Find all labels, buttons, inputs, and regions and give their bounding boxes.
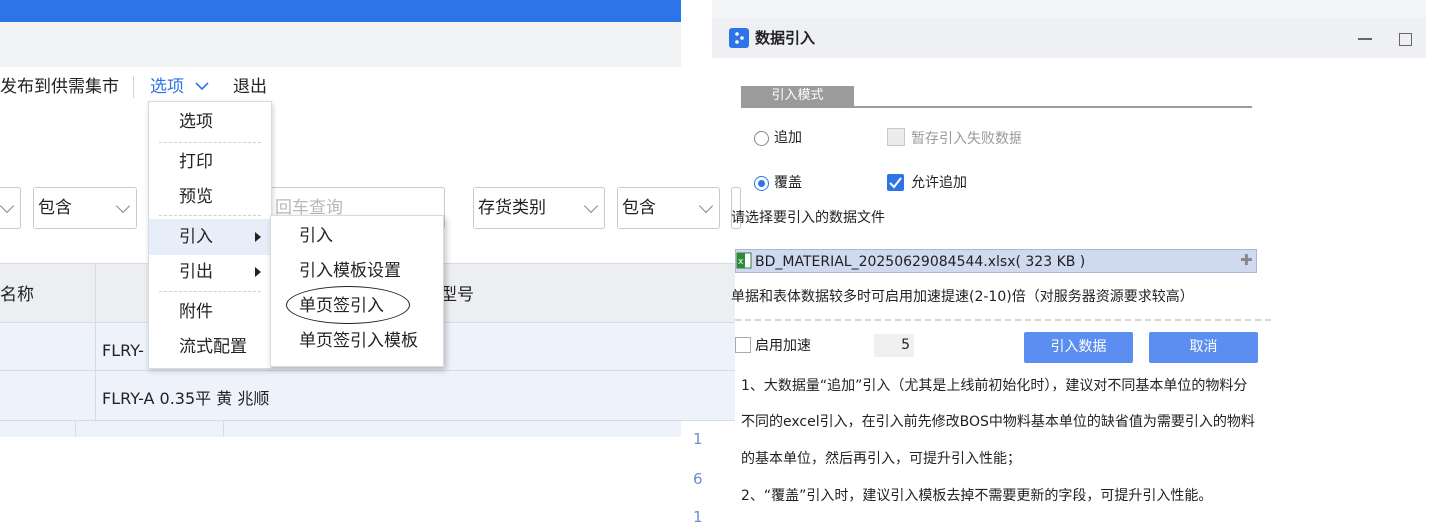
save-failed-label-clip: 暂存引入失败数据 [911, 128, 1021, 149]
tab-underline [741, 106, 1252, 108]
note-line: 不同的excel引入，在引入前先修改BOS中物料基本单位的缺省值为需要引入的物料 [741, 414, 1255, 430]
filter-select-partial[interactable] [0, 187, 21, 229]
radio-cover[interactable] [754, 176, 769, 191]
menu-item-flow-config[interactable]: 流式配置 [179, 336, 247, 358]
cancel-button[interactable]: 取消 [1149, 332, 1258, 363]
column-divider [95, 263, 96, 421]
publish-to-market-button[interactable]: 发布到供需集市 [0, 76, 119, 98]
filter-operator-select-2[interactable]: 包含 [617, 187, 720, 229]
column-header-model[interactable]: 型号 [440, 284, 474, 306]
toolbar-separator [133, 76, 134, 98]
menu-item-import[interactable]: 引入 [179, 226, 213, 248]
data-import-icon [729, 28, 749, 48]
column-header-name[interactable]: 名称 [0, 284, 34, 306]
menu-item-preview[interactable]: 预览 [179, 186, 213, 208]
exit-button[interactable]: 退出 [233, 76, 267, 98]
options-dropdown-menu: 选项 打印 预览 引入 引出 附件 流式配置 [148, 101, 272, 369]
submenu-item-single-tab-import[interactable]: 单页签引入 [299, 295, 384, 317]
radio-append-label: 追加 [774, 130, 802, 146]
import-data-button[interactable]: 引入数据 [1024, 332, 1133, 363]
speed-multiplier-input[interactable]: 5 [874, 334, 914, 357]
file-name: BD_MATERIAL_20250629084544.xlsx( 323 KB … [755, 254, 1086, 270]
menu-item-print[interactable]: 打印 [179, 151, 213, 173]
menu-item-export[interactable]: 引出 [179, 261, 213, 283]
options-menu-button[interactable]: 选项 [150, 76, 184, 98]
save-failed-label: 暂存引入失败数据 [911, 131, 1021, 147]
minimize-icon[interactable] [1358, 38, 1372, 40]
column-divider [75, 421, 76, 437]
submenu-arrow-icon [255, 267, 261, 277]
enable-speedup-checkbox[interactable] [735, 337, 751, 353]
dialog-title-bar [712, 18, 1426, 58]
radio-append[interactable] [754, 131, 769, 146]
speedup-hint: 单据和表体数据较多时可启用加速提速(2-10)倍（对服务器资源要求较高） [731, 289, 1194, 305]
import-submenu: 引入 引入模板设置 单页签引入 单页签引入模板 [270, 215, 444, 367]
dialog-top-strip [712, 0, 1426, 19]
allow-append-label: 允许追加 [911, 175, 967, 191]
submenu-item-single-tab-import-template[interactable]: 单页签引入模板 [299, 330, 418, 352]
note-line: 的基本单位，然后再引入，可提升引入性能； [741, 451, 1021, 467]
column-divider [223, 421, 224, 437]
svg-text:x: x [738, 257, 744, 267]
allow-append-checkbox[interactable] [887, 174, 904, 191]
tab-import-mode[interactable]: 引入模式 [741, 86, 854, 106]
check-icon [889, 177, 902, 189]
chevron-down-icon [195, 82, 209, 91]
filter-field-select[interactable]: 存货类别 [473, 187, 605, 229]
submenu-item-import[interactable]: 引入 [299, 225, 333, 247]
add-file-icon[interactable]: ✚ [1240, 251, 1253, 269]
select-file-label: 请选择要引入的数据文件 [731, 210, 885, 226]
row-number: 6 [693, 470, 703, 488]
save-failed-checkbox[interactable] [887, 128, 905, 146]
note-line: 2、“覆盖”引入时，建议引入模板去掉不需要更新的字段，可提升引入性能。 [741, 488, 1213, 504]
excel-file-icon: x [736, 252, 752, 269]
app-header-strip [0, 22, 681, 67]
menu-item-options[interactable]: 选项 [179, 111, 213, 133]
menu-divider [159, 142, 261, 143]
menu-item-attachment[interactable]: 附件 [179, 301, 213, 323]
filter-field-value: 存货类别 [478, 198, 546, 218]
filter-operator-value-2: 包含 [622, 198, 656, 218]
submenu-arrow-icon [255, 232, 261, 242]
row-number: 1 [693, 430, 703, 448]
table-row-partial [0, 421, 681, 437]
submenu-item-import-template-settings[interactable]: 引入模板设置 [299, 260, 401, 282]
app-top-bar [0, 0, 681, 22]
dialog-title: 数据引入 [755, 29, 816, 47]
row-number: 1 [693, 508, 703, 526]
radio-cover-label: 覆盖 [774, 175, 802, 191]
maximize-icon[interactable] [1399, 33, 1412, 46]
note-line: 1、大数据量“追加”引入（尤其是上线前初始化时），建议对不同基本单位的物料分 [741, 378, 1248, 394]
table-cell-model: FLRY-A 0.35平 黄 兆顺 [102, 389, 270, 408]
table-cell-model: FLRY- [102, 341, 144, 360]
menu-divider [159, 291, 261, 292]
menu-divider [159, 215, 261, 216]
section-divider [735, 319, 1271, 321]
enable-speedup-label: 启用加速 [755, 338, 811, 354]
filter-operator-value: 包含 [38, 198, 72, 218]
filter-operator-select[interactable]: 包含 [33, 187, 137, 229]
